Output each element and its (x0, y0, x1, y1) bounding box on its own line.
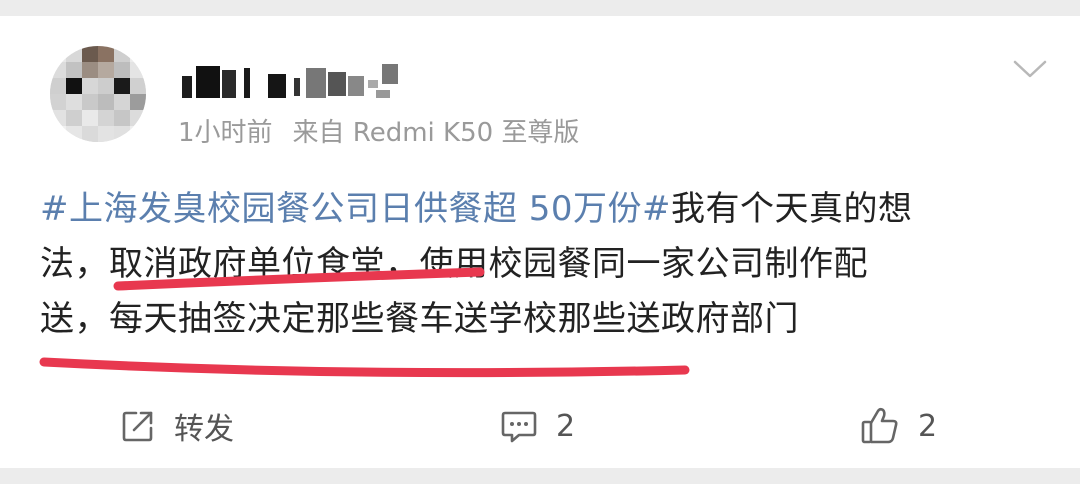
post-content: #上海发臭校园餐公司日供餐超 50万份#我有个天真的想 法，取消政府单位食堂，使… (40, 182, 1040, 347)
post-card: 1小时前 来自 Redmi K50 至尊版 #上海发臭校园餐公司日供餐超 50万份… (0, 16, 1080, 468)
post-source: 来自 Redmi K50 至尊版 (292, 118, 580, 148)
comment-icon (501, 411, 537, 443)
username-redacted[interactable] (182, 56, 417, 100)
share-icon (122, 411, 153, 442)
post-time: 1小时前 (178, 118, 273, 148)
like-count: 2 (918, 408, 938, 444)
hashtag-link[interactable]: #上海发臭校园餐公司日供餐超 50万份# (40, 189, 671, 229)
repost-label: 转发 (174, 412, 234, 447)
action-bar: 转发 2 2 (0, 396, 1080, 456)
post-meta: 1小时前 来自 Redmi K50 至尊版 (178, 112, 579, 149)
content-line-2: 法，取消政府单位食堂，使用校园餐同一家公司制作配 (40, 244, 868, 284)
comment-button[interactable]: 2 (500, 404, 575, 448)
avatar-mosaic (50, 46, 146, 142)
chevron-down-icon[interactable] (1012, 58, 1048, 80)
content-line-3: 送，每天抽签决定那些餐车送学校那些送政府部门 (40, 299, 799, 339)
content-line-1-text: 我有个天真的想 (671, 189, 913, 229)
repost-button[interactable]: 转发 (120, 404, 234, 448)
comment-count: 2 (556, 408, 576, 444)
thumbs-up-icon (861, 407, 898, 444)
avatar[interactable] (50, 46, 146, 142)
content-line-1: #上海发臭校园餐公司日供餐超 50万份#我有个天真的想 (40, 182, 1040, 237)
like-button[interactable]: 2 (860, 404, 937, 448)
